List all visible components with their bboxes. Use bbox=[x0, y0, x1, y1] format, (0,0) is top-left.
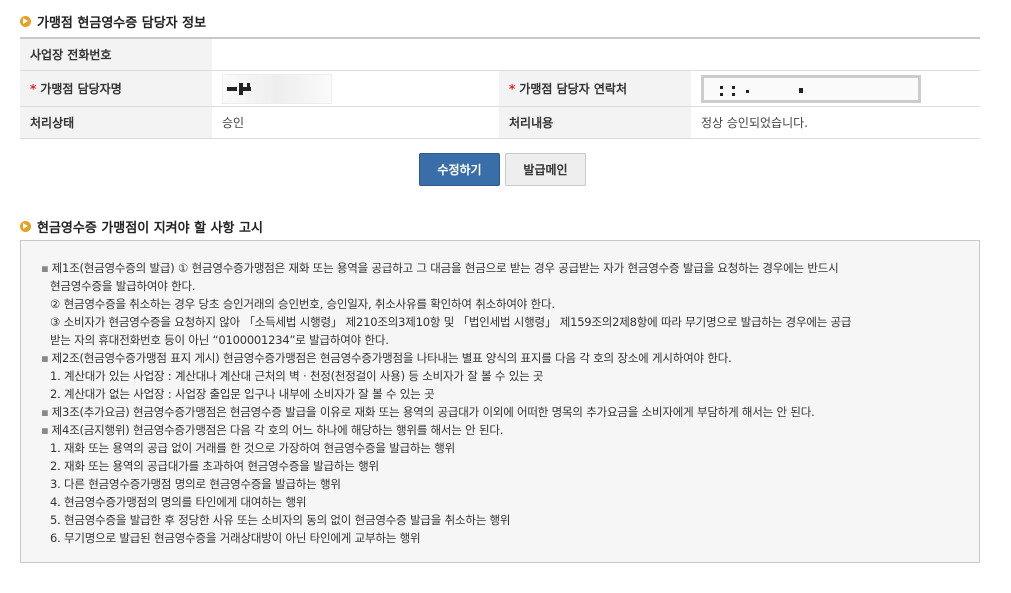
square-bullet-icon: ▪ bbox=[41, 351, 49, 365]
manager-name-value bbox=[212, 70, 499, 107]
square-bullet-icon: ▪ bbox=[41, 405, 49, 419]
circle-arrow-icon bbox=[20, 221, 31, 232]
notice-subitem: ③ 소비자가 현금영수증을 요청하지 않아 「소득세법 시행령」 제210조의3… bbox=[41, 313, 959, 331]
status-label: 처리상태 bbox=[20, 106, 212, 139]
notice-text: 제1조(현금영수증의 발급) ① 현금영수증가맹점은 재화 또는 용역을 공급하… bbox=[51, 261, 839, 275]
table-row: 사업장 전화번호 bbox=[20, 37, 981, 71]
notice-box: ▪ 제1조(현금영수증의 발급) ① 현금영수증가맹점은 재화 또는 용역을 공급… bbox=[20, 240, 980, 563]
notice-subitem: 1. 계산대가 있는 사업장 : 계산대나 계산대 근처의 벽 · 천정(천정걸… bbox=[41, 367, 959, 385]
notice-subitem: 6. 무기명으로 발급된 현금영수증을 거래상대방이 아닌 타인에게 교부하는 … bbox=[41, 529, 959, 547]
notice-text: 제4조(금지행위) 현금영수증가맹점은 다음 각 호의 어느 하나에 해당하는 … bbox=[51, 423, 504, 437]
phone-label: 사업장 전화번호 bbox=[20, 37, 212, 71]
notice-text: 받는 자의 휴대전화번호 등이 아닌 “0100001234”로 발급하여야 한… bbox=[50, 333, 389, 347]
notice-subitem: 2. 재화 또는 용역의 공급대가를 초과하여 현금영수증을 발급하는 행위 bbox=[41, 457, 959, 475]
modify-button[interactable]: 수정하기 bbox=[419, 153, 500, 186]
manager-contact-label: 가맹점 담당자 연락처 bbox=[519, 82, 627, 96]
notice-subitem: 현금영수증을 발급하여야 한다. bbox=[41, 277, 959, 295]
notice-text: 1. 재화 또는 용역의 공급 없이 거래를 한 것으로 가장하여 현금영수증을… bbox=[50, 441, 455, 455]
notice-list: ▪ 제1조(현금영수증의 발급) ① 현금영수증가맹점은 재화 또는 용역을 공급… bbox=[41, 259, 959, 547]
square-bullet-icon: ▪ bbox=[41, 423, 49, 437]
notice-text: 2. 재화 또는 용역의 공급대가를 초과하여 현금영수증을 발급하는 행위 bbox=[50, 459, 379, 473]
notice-text: 2. 계산대가 없는 사업장 : 사업장 출입문 입구나 내부에 소비자가 잘 … bbox=[50, 387, 435, 401]
notice-article: ▪ 제4조(금지행위) 현금영수증가맹점은 다음 각 호의 어느 하나에 해당하는… bbox=[41, 421, 959, 439]
section-title-notice: 현금영수증 가맹점이 지켜야 할 사항 고시 bbox=[20, 217, 263, 236]
notice-subitem: 5. 현금영수증을 발급한 후 정당한 사유 또는 소비자의 동의 없이 현금영… bbox=[41, 511, 959, 529]
manager-contact-label-cell: * 가맹점 담당자 연락처 bbox=[499, 70, 691, 107]
section-title-text: 가맹점 현금영수증 담당자 정보 bbox=[37, 16, 207, 31]
notice-text: 5. 현금영수증을 발급한 후 정당한 사유 또는 소비자의 동의 없이 현금영… bbox=[50, 513, 511, 527]
section-title-text: 현금영수증 가맹점이 지켜야 할 사항 고시 bbox=[37, 221, 263, 236]
required-mark: * bbox=[30, 82, 37, 96]
content-label: 처리내용 bbox=[499, 106, 691, 139]
notice-subitem: ② 현금영수증을 취소하는 경우 당초 승인거래의 승인번호, 승인일자, 취소… bbox=[41, 295, 959, 313]
notice-article: ▪ 제2조(현금영수증가맹점 표지 게시) 현금영수증가맹점은 현금영수증가맹점을… bbox=[41, 349, 959, 367]
masked-manager-contact bbox=[701, 74, 921, 103]
notice-text: 제2조(현금영수증가맹점 표지 게시) 현금영수증가맹점은 현금영수증가맹점을 … bbox=[51, 351, 732, 365]
notice-text: 1. 계산대가 있는 사업장 : 계산대나 계산대 근처의 벽 · 천정(천정걸… bbox=[50, 369, 544, 383]
notice-text: 현금영수증을 발급하여야 한다. bbox=[50, 279, 196, 293]
notice-text: 6. 무기명으로 발급된 현금영수증을 거래상대방이 아닌 타인에게 교부하는 … bbox=[50, 531, 421, 545]
manager-info-table: 사업장 전화번호 * 가맹점 담당자명 * 가맹점 담당자 연락처 처리상태 승… bbox=[20, 37, 981, 139]
notice-text: ② 현금영수증을 취소하는 경우 당초 승인거래의 승인번호, 승인일자, 취소… bbox=[50, 297, 555, 311]
section-title-manager-info: 가맹점 현금영수증 담당자 정보 bbox=[20, 12, 206, 31]
notice-subitem: 4. 현금영수증가맹점의 명의를 타인에게 대여하는 행위 bbox=[41, 493, 959, 511]
notice-article: ▪ 제3조(추가요금) 현금영수증가맹점은 현금영수증 발급을 이유로 재화 또는… bbox=[41, 403, 959, 421]
notice-subitem: 받는 자의 휴대전화번호 등이 아닌 “0100001234”로 발급하여야 한… bbox=[41, 331, 959, 349]
notice-text: ③ 소비자가 현금영수증을 요청하지 않아 「소득세법 시행령」 제210조의3… bbox=[50, 315, 852, 329]
table-row: 처리상태 승인 처리내용 정상 승인되었습니다. bbox=[20, 106, 981, 139]
notice-text: 4. 현금영수증가맹점의 명의를 타인에게 대여하는 행위 bbox=[50, 495, 307, 509]
manager-name-label-cell: * 가맹점 담당자명 bbox=[20, 70, 212, 107]
manager-contact-value bbox=[691, 70, 981, 107]
status-value: 승인 bbox=[212, 106, 499, 139]
masked-manager-name bbox=[222, 73, 332, 104]
table-row: * 가맹점 담당자명 * 가맹점 담당자 연락처 bbox=[20, 70, 981, 107]
phone-value bbox=[212, 37, 981, 71]
notice-subitem: 2. 계산대가 없는 사업장 : 사업장 출입문 입구나 내부에 소비자가 잘 … bbox=[41, 385, 959, 403]
manager-name-label: 가맹점 담당자명 bbox=[40, 82, 122, 96]
circle-arrow-icon bbox=[20, 16, 31, 27]
notice-subitem: 3. 다른 현금영수증가맹점 명의로 현금영수증을 발급하는 행위 bbox=[41, 475, 959, 493]
required-mark: * bbox=[509, 82, 516, 96]
content-value: 정상 승인되었습니다. bbox=[691, 106, 981, 139]
issue-main-button[interactable]: 발급메인 bbox=[505, 153, 586, 186]
notice-text: 제3조(추가요금) 현금영수증가맹점은 현금영수증 발급을 이유로 재화 또는 … bbox=[51, 405, 815, 419]
notice-article: ▪ 제1조(현금영수증의 발급) ① 현금영수증가맹점은 재화 또는 용역을 공급… bbox=[41, 259, 959, 277]
notice-subitem: 1. 재화 또는 용역의 공급 없이 거래를 한 것으로 가장하여 현금영수증을… bbox=[41, 439, 959, 457]
square-bullet-icon: ▪ bbox=[41, 261, 49, 275]
notice-text: 3. 다른 현금영수증가맹점 명의로 현금영수증을 발급하는 행위 bbox=[50, 477, 341, 491]
